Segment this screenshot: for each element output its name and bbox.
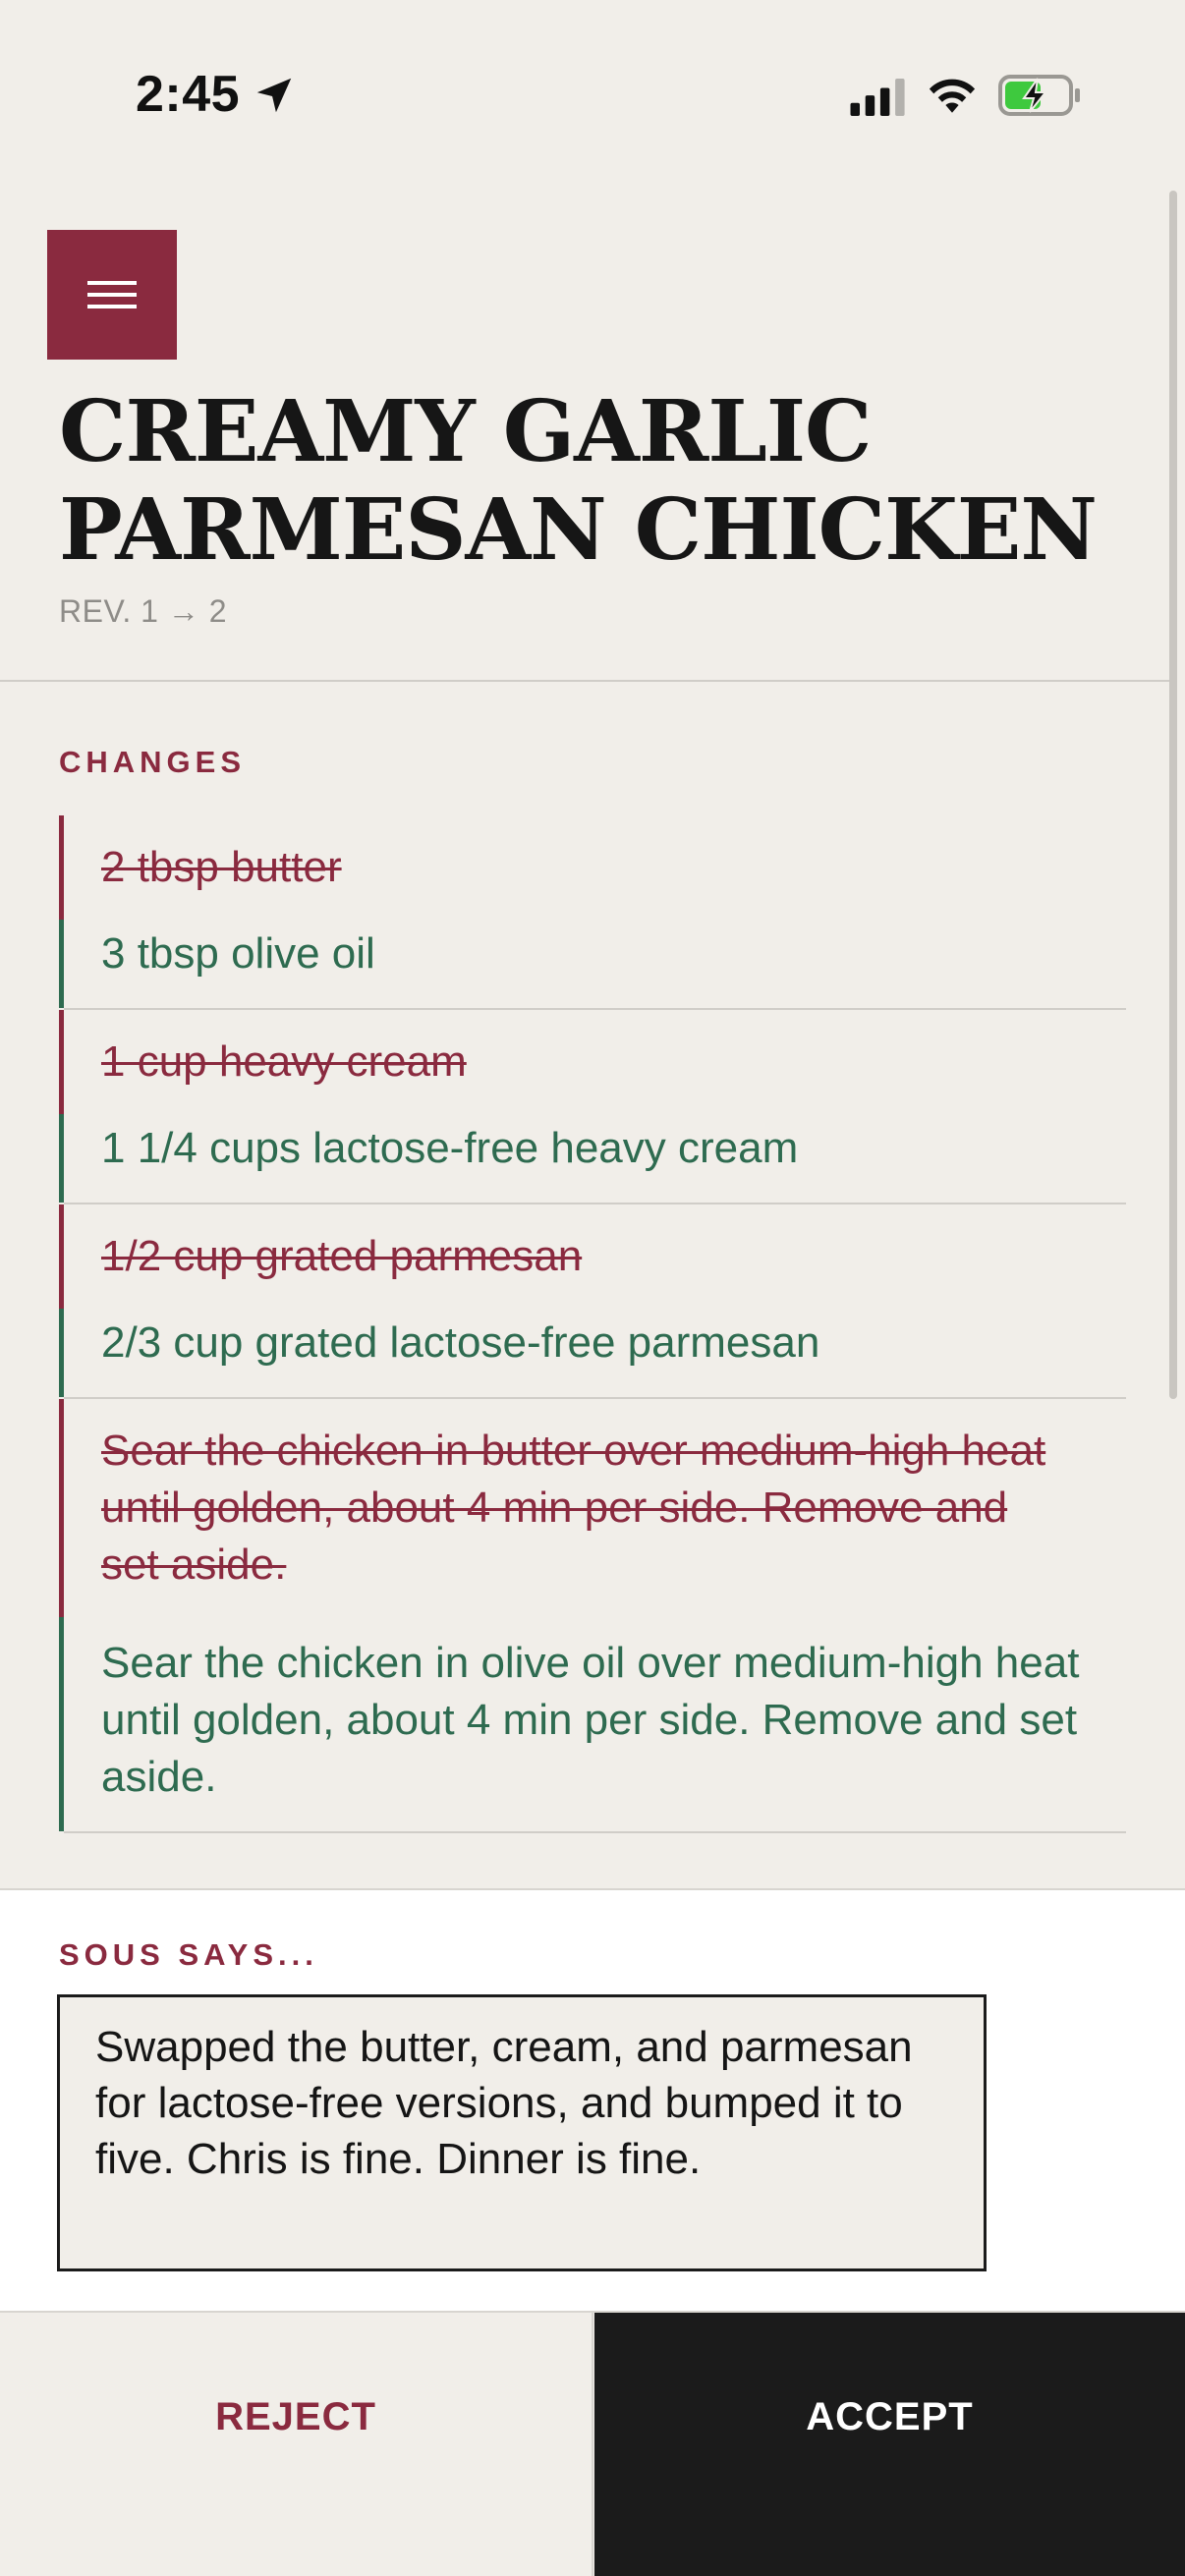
removed-line: Sear the chicken in butter over medium-h… bbox=[59, 1399, 1126, 1617]
sous-says-heading: SOUS SAYS... bbox=[59, 1937, 318, 1972]
status-time: 2:45 bbox=[136, 66, 241, 123]
added-line: 2/3 cup grated lactose-free parmesan bbox=[59, 1309, 1126, 1397]
change-item: Sear the chicken in butter over medium-h… bbox=[59, 1399, 1126, 1833]
action-bar: REJECT ACCEPT bbox=[0, 2311, 1185, 2576]
change-item: 1 cup heavy cream 1 1/4 cups lactose-fre… bbox=[59, 1010, 1126, 1204]
menu-button[interactable] bbox=[47, 230, 177, 360]
cellular-signal-icon bbox=[850, 79, 905, 116]
header-divider bbox=[0, 680, 1169, 682]
added-line: Sear the chicken in olive oil over mediu… bbox=[59, 1617, 1126, 1831]
changes-heading: CHANGES bbox=[59, 745, 247, 779]
location-arrow-icon bbox=[256, 78, 292, 113]
reject-button[interactable]: REJECT bbox=[0, 2313, 593, 2576]
recipe-title-line2: PARMESAN CHICKEN bbox=[59, 480, 1098, 580]
added-line: 1 1/4 cups lactose-free heavy cream bbox=[59, 1114, 1126, 1203]
removed-line: 1 cup heavy cream bbox=[59, 1010, 1126, 1114]
battery-charging-icon bbox=[998, 75, 1080, 116]
removed-line: 1/2 cup grated parmesan bbox=[59, 1204, 1126, 1309]
change-item: 1/2 cup grated parmesan 2/3 cup grated l… bbox=[59, 1204, 1126, 1399]
revision-label: REV. 1 → 2 bbox=[59, 593, 228, 629]
recipe-title: CREAMY GARLIC PARMESAN CHICKEN bbox=[59, 383, 1120, 580]
status-bar: 2:45 bbox=[0, 0, 1185, 187]
added-line: 3 tbsp olive oil bbox=[59, 920, 1126, 1008]
sous-says-panel: SOUS SAYS... Swapped the butter, cream, … bbox=[0, 1888, 1185, 2311]
change-divider bbox=[64, 1831, 1126, 1833]
removed-line: 2 tbsp butter bbox=[59, 815, 1126, 920]
change-item: 2 tbsp butter 3 tbsp olive oil bbox=[59, 815, 1126, 1010]
changes-list: 2 tbsp butter 3 tbsp olive oil 1 cup hea… bbox=[59, 815, 1126, 1833]
accept-button[interactable]: ACCEPT bbox=[594, 2313, 1185, 2576]
recipe-title-line1: CREAMY GARLIC bbox=[59, 382, 873, 481]
sous-message: Swapped the butter, cream, and parmesan … bbox=[57, 1994, 987, 2271]
wifi-icon bbox=[929, 79, 976, 113]
recipe-revision-screen: 2:45 CREAMY GARLIC PARMESAN CHICKEN REV.… bbox=[0, 0, 1185, 2576]
scrollbar[interactable] bbox=[1169, 191, 1177, 1399]
hamburger-menu-icon bbox=[87, 281, 137, 308]
